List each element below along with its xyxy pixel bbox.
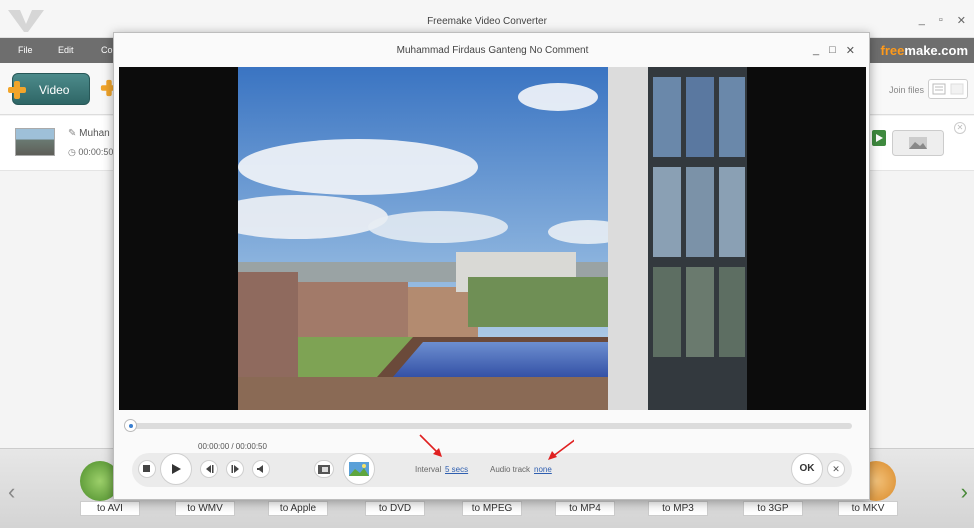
play-file-icon[interactable] <box>872 130 886 146</box>
clock-icon: ◷ <box>68 147 79 157</box>
ok-button[interactable]: OK <box>791 453 823 485</box>
remove-file-button[interactable]: ✕ <box>954 122 966 134</box>
audio-track-label: Audio track <box>490 465 531 474</box>
file-duration-text: 00:00:50 <box>78 147 114 157</box>
format-apple[interactable]: to Apple <box>268 501 328 516</box>
brand-prefix: free <box>880 43 905 58</box>
landscape-image-icon <box>349 462 369 476</box>
file-duration: ◷ 00:00:50 <box>68 147 113 158</box>
dialog-title: Muhammad Firdaus Ganteng No Comment <box>396 45 589 56</box>
seek-handle[interactable] <box>124 419 137 432</box>
snapshot-camera-button[interactable] <box>314 460 334 478</box>
interval-label: Interval <box>415 465 442 474</box>
brand-suffix: make.com <box>904 43 968 58</box>
format-3gp[interactable]: to 3GP <box>743 501 803 516</box>
next-frame-button[interactable] <box>226 460 244 478</box>
menu-convert[interactable]: Co <box>101 45 113 55</box>
file-name-text: Muhan <box>79 128 110 139</box>
play-icon <box>172 464 181 474</box>
play-button[interactable] <box>160 453 192 485</box>
seek-bar[interactable] <box>124 423 852 429</box>
minimize-button[interactable]: _ <box>919 14 925 27</box>
add-video-button[interactable]: Video <box>8 73 90 105</box>
join-files-toggle[interactable] <box>928 79 968 99</box>
scroll-left-arrow-icon[interactable]: ‹ <box>8 479 15 505</box>
annotation-arrows <box>419 434 574 460</box>
file-thumbnail <box>15 128 55 156</box>
maximize-button[interactable]: ▫ <box>939 14 943 27</box>
window-controls: _ ▫ ✕ <box>919 14 966 27</box>
speaker-icon <box>257 465 263 473</box>
add-video-label: Video <box>39 83 70 97</box>
snapshot-dialog: Muhammad Firdaus Ganteng No Comment _ □ … <box>113 32 870 500</box>
audio-track-value-link[interactable]: none <box>534 465 552 474</box>
video-preview[interactable] <box>119 67 866 410</box>
dialog-close-button[interactable]: ✕ <box>846 44 855 57</box>
volume-button[interactable] <box>252 460 270 478</box>
file-name: ✎ Muhan <box>68 128 110 139</box>
previous-frame-icon <box>205 465 213 473</box>
format-wmv[interactable]: to WMV <box>175 501 235 516</box>
menu-edit[interactable]: Edit <box>58 45 74 55</box>
previous-frame-button[interactable] <box>200 460 218 478</box>
format-mpeg[interactable]: to MPEG <box>462 501 522 516</box>
stop-icon <box>143 465 150 472</box>
time-display: 00:00:00 / 00:00:50 <box>198 442 267 451</box>
join-files-label: Join files <box>888 85 924 95</box>
filmstrip-icon <box>318 464 330 474</box>
dialog-minimize-button[interactable]: _ <box>813 44 819 57</box>
format-mp3[interactable]: to MP3 <box>648 501 708 516</box>
scroll-right-arrow-icon[interactable]: › <box>961 479 968 505</box>
brand-link[interactable]: freemake.com <box>881 43 968 58</box>
dialog-maximize-button[interactable]: □ <box>829 44 836 57</box>
plus-icon <box>8 81 26 99</box>
interval-value-link[interactable]: 5 secs <box>445 465 468 474</box>
app-title: Freemake Video Converter <box>427 16 547 27</box>
cancel-button[interactable]: ✕ <box>827 460 845 478</box>
format-dvd[interactable]: to DVD <box>365 501 425 516</box>
close-button[interactable]: ✕ <box>957 14 966 27</box>
menu-file[interactable]: File <box>18 45 33 55</box>
next-frame-icon <box>231 465 239 473</box>
file-row-actions <box>872 130 944 156</box>
thumbnail-button[interactable] <box>343 453 375 485</box>
format-avi[interactable]: to AVI <box>80 501 140 516</box>
stop-button[interactable] <box>138 460 156 478</box>
edit-pencil-icon[interactable]: ✎ <box>68 128 79 139</box>
toggle-list-icon <box>932 83 964 95</box>
video-frame-image <box>238 67 747 410</box>
snapshot-icon[interactable] <box>892 130 944 156</box>
format-mkv[interactable]: to MKV <box>838 501 898 516</box>
dialog-window-controls: _ □ ✕ <box>813 44 855 57</box>
format-mp4[interactable]: to MP4 <box>555 501 615 516</box>
